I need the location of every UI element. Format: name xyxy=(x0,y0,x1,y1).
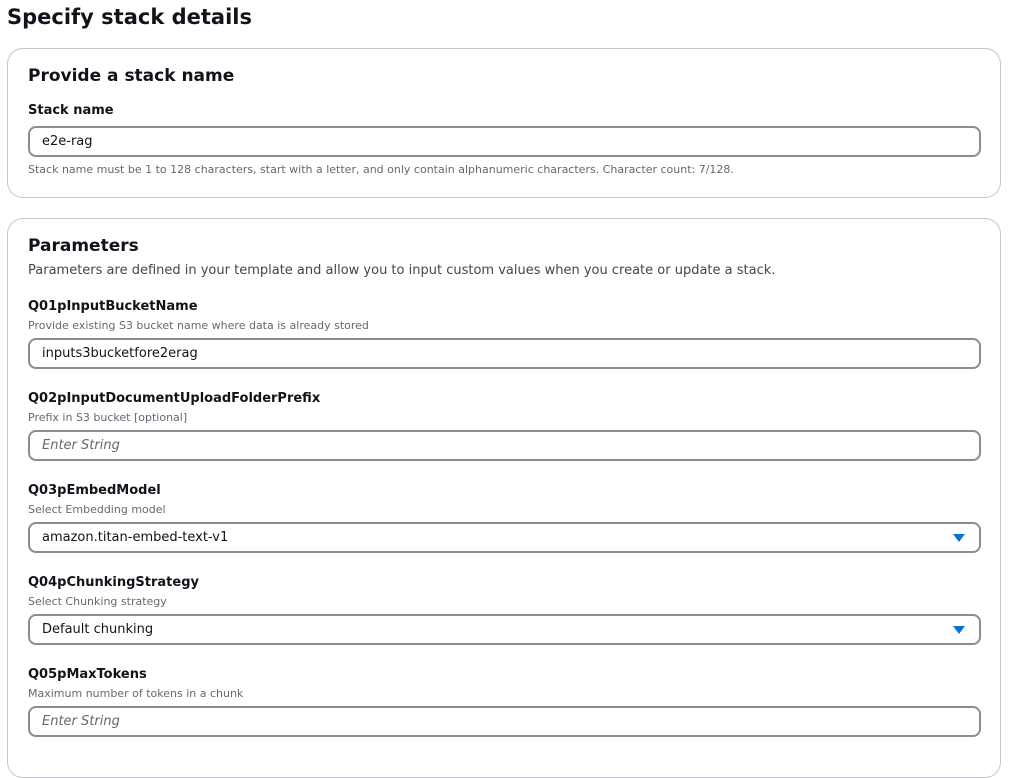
page-title: Specify stack details xyxy=(7,5,252,29)
param-q04-selected-value: Default chunking xyxy=(42,622,154,637)
param-q02-label: Q02pInputDocumentUploadFolderPrefix xyxy=(28,391,321,406)
caret-down-icon xyxy=(953,626,965,634)
parameters-panel: Parameters Parameters are defined in you… xyxy=(7,218,1001,778)
param-q02-description: Prefix in S3 bucket [optional] xyxy=(28,411,188,424)
param-q01-input[interactable] xyxy=(28,338,981,369)
parameters-heading: Parameters xyxy=(28,236,139,256)
param-q05-label: Q05pMaxTokens xyxy=(28,667,147,682)
param-q01-label: Q01pInputBucketName xyxy=(28,299,198,314)
stack-name-heading: Provide a stack name xyxy=(28,66,235,86)
param-q03-label: Q03pEmbedModel xyxy=(28,483,161,498)
param-q05-description: Maximum number of tokens in a chunk xyxy=(28,687,244,700)
param-q05-input[interactable] xyxy=(28,706,981,737)
param-q04-label: Q04pChunkingStrategy xyxy=(28,575,199,590)
param-q02-input[interactable] xyxy=(28,430,981,461)
parameters-description: Parameters are defined in your template … xyxy=(28,263,776,278)
param-q04-description: Select Chunking strategy xyxy=(28,595,167,608)
param-q01-description: Provide existing S3 bucket name where da… xyxy=(28,319,369,332)
stack-name-panel: Provide a stack name Stack name Stack na… xyxy=(7,48,1001,198)
caret-down-icon xyxy=(953,534,965,542)
param-q03-description: Select Embedding model xyxy=(28,503,166,516)
stack-name-constraint: Stack name must be 1 to 128 characters, … xyxy=(28,163,734,176)
param-q04-select[interactable]: Default chunking xyxy=(28,614,981,645)
stack-name-input[interactable] xyxy=(28,126,981,157)
stack-name-label: Stack name xyxy=(28,103,114,118)
param-q03-select[interactable]: amazon.titan-embed-text-v1 xyxy=(28,522,981,553)
param-q03-selected-value: amazon.titan-embed-text-v1 xyxy=(42,530,229,545)
